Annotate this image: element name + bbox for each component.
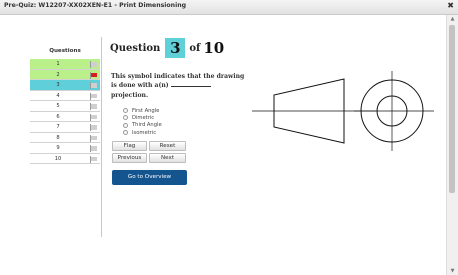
question-number: 2 bbox=[56, 71, 60, 78]
question-row[interactable]: 6 bbox=[30, 112, 100, 122]
go-to-overview-button[interactable]: Go to Overview bbox=[112, 170, 187, 185]
question-number: 7 bbox=[56, 124, 60, 130]
question-text-after: projection. bbox=[111, 91, 149, 99]
question-text: This symbol indicates that the drawing i… bbox=[111, 72, 251, 100]
answer-options: First Angle Dimetric Third Angle Isometr… bbox=[123, 107, 162, 136]
divider bbox=[101, 37, 102, 237]
current-question-number: 3 bbox=[165, 38, 186, 58]
window-title: Pre-Quiz: W12207-XX02XEN-E1 - Print Dime… bbox=[4, 2, 187, 9]
question-number: 4 bbox=[56, 92, 60, 99]
flag-icon[interactable] bbox=[90, 113, 97, 120]
option-third-angle[interactable]: Third Angle bbox=[123, 122, 162, 129]
question-number: 10 bbox=[54, 155, 62, 162]
question-row[interactable]: 2 bbox=[30, 69, 100, 80]
flag-icon[interactable] bbox=[90, 92, 97, 99]
question-number: 6 bbox=[56, 113, 60, 120]
question-of-label: of bbox=[189, 42, 201, 54]
question-row[interactable]: 10 bbox=[30, 154, 100, 164]
flag-icon[interactable] bbox=[90, 61, 97, 68]
total-questions: 10 bbox=[203, 39, 225, 57]
option-isometric[interactable]: Isometric bbox=[123, 129, 162, 136]
flag-icon[interactable] bbox=[90, 71, 97, 78]
scroll-up-icon[interactable]: ▲ bbox=[447, 15, 458, 23]
flag-icon[interactable] bbox=[90, 124, 97, 131]
radio-button[interactable] bbox=[123, 130, 128, 136]
projection-symbol-icon bbox=[252, 71, 434, 151]
radio-button[interactable] bbox=[123, 122, 128, 128]
reset-button[interactable]: Reset bbox=[149, 141, 186, 151]
flag-icon[interactable] bbox=[90, 103, 97, 110]
question-list-header: Questions bbox=[49, 48, 81, 54]
option-label: Dimetric bbox=[132, 114, 155, 121]
question-row[interactable]: 4 bbox=[30, 91, 100, 101]
quiz-content: Questions 1 2 3 4 5 6 7 8 9 10 Question 3 of 10 T… bbox=[0, 15, 446, 275]
question-row[interactable]: 1 bbox=[30, 59, 100, 70]
scroll-down-icon[interactable]: ▼ bbox=[447, 267, 458, 275]
question-number: 8 bbox=[56, 134, 60, 141]
question-row[interactable]: 9 bbox=[30, 143, 100, 154]
flag-icon[interactable] bbox=[90, 82, 97, 89]
scrollbar-thumb[interactable] bbox=[449, 25, 455, 193]
flag-icon[interactable] bbox=[90, 155, 97, 162]
flag-icon[interactable] bbox=[90, 145, 97, 152]
question-row[interactable]: 7 bbox=[30, 122, 100, 133]
close-icon[interactable]: ✖ bbox=[447, 1, 454, 10]
flag-button[interactable]: Flag bbox=[112, 141, 147, 151]
question-list: Questions 1 2 3 4 5 6 7 8 9 10 bbox=[30, 45, 100, 164]
radio-button[interactable] bbox=[123, 115, 128, 121]
question-number: 9 bbox=[56, 145, 60, 151]
flag-icon[interactable] bbox=[90, 134, 97, 141]
previous-button[interactable]: Previous bbox=[112, 153, 147, 163]
question-number: 3 bbox=[56, 82, 60, 88]
radio-button[interactable] bbox=[123, 108, 128, 114]
option-first-angle[interactable]: First Angle bbox=[123, 107, 162, 114]
question-row[interactable]: 3 bbox=[30, 80, 100, 91]
question-title: Question 3 of 10 bbox=[110, 37, 224, 59]
question-row[interactable]: 8 bbox=[30, 133, 100, 143]
question-number: 5 bbox=[56, 103, 60, 109]
option-label: Third Angle bbox=[132, 122, 162, 129]
vertical-scrollbar[interactable]: ▲ ▼ bbox=[446, 15, 458, 275]
option-label: Isometric bbox=[132, 129, 157, 136]
question-number: 1 bbox=[56, 61, 60, 67]
option-label: First Angle bbox=[132, 107, 160, 114]
title-bar: Pre-Quiz: W12207-XX02XEN-E1 - Print Dime… bbox=[0, 0, 458, 15]
question-row[interactable]: 5 bbox=[30, 101, 100, 112]
option-dimetric[interactable]: Dimetric bbox=[123, 114, 162, 121]
question-label: Question bbox=[110, 42, 161, 54]
answer-blank bbox=[170, 81, 211, 88]
question-rows: 1 2 3 4 5 6 7 8 9 10 bbox=[30, 59, 100, 164]
next-button[interactable]: Next bbox=[149, 153, 186, 163]
